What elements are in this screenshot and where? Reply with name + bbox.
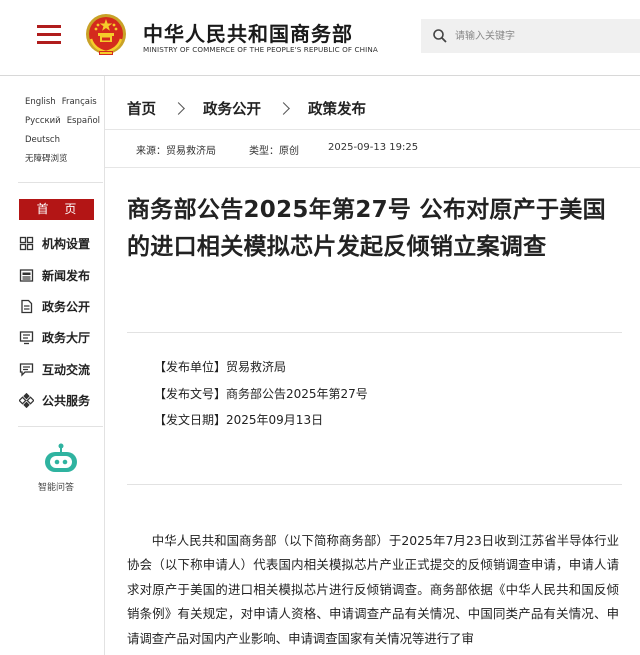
article-info: 【发布单位】贸易救济局 【发布文号】商务部公告2025年第27号 【发文日期】2…: [154, 358, 368, 438]
nav-list: 机构设置 新闻发布 政务公开 政务大厅 互动交流 公共服务: [19, 228, 104, 416]
chat-icon: [19, 363, 34, 377]
info-date: 【发文日期】2025年09月13日: [154, 413, 324, 427]
article-meta: 来源：贸易救济局 类型：原创 2025-09-13 19:25: [105, 129, 640, 168]
article-body: 中华人民共和国商务部（以下简称商务部）于2025年7月23日收到江苏省半导体行业…: [127, 533, 619, 646]
hall-icon: [19, 331, 34, 345]
info-document-number: 【发布文号】商务部公告2025年第27号: [154, 386, 368, 401]
breadcrumb-policy-release[interactable]: 政策发布: [308, 98, 366, 119]
lang-spanish[interactable]: Español: [67, 116, 100, 126]
nav-item-affairs-public[interactable]: 政务公开: [19, 291, 104, 322]
lang-german[interactable]: Deutsch: [25, 135, 60, 145]
sidebar: English Français Русский Español Deutsch 无…: [0, 76, 105, 655]
meta-datetime: 2025-09-13 19:25: [328, 142, 419, 153]
nav-item-hall[interactable]: 政务大厅: [19, 322, 104, 353]
nav-home-button[interactable]: 首 页: [19, 199, 94, 220]
site-title[interactable]: 中华人民共和国商务部: [143, 18, 353, 47]
nav-item-label: 公共服务: [42, 394, 91, 409]
divider: [18, 182, 103, 183]
nav-item-label: 互动交流: [42, 362, 91, 377]
document-icon: [21, 299, 33, 314]
nav-item-news[interactable]: 新闻发布: [19, 259, 104, 290]
search-box: [421, 19, 640, 53]
divider: [18, 426, 103, 427]
main-content: 首页 政务公开 政策发布 来源：贸易救济局 类型：原创 2025-09-13 1…: [105, 76, 640, 655]
accessibility-link[interactable]: 无障碍浏览: [25, 154, 68, 164]
divider: [127, 332, 622, 333]
national-emblem-icon[interactable]: [85, 13, 127, 57]
nav-item-organization[interactable]: 机构设置: [19, 228, 104, 259]
search-input[interactable]: [455, 19, 635, 53]
language-links: English Français Русский Español Deutsch 无…: [25, 95, 103, 171]
menu-icon[interactable]: [37, 25, 61, 45]
lang-russian[interactable]: Русский: [25, 116, 61, 126]
site-header: 中华人民共和国商务部 MINISTRY OF COMMERCE OF THE P…: [0, 0, 640, 76]
nav-item-label: 政务公开: [42, 299, 91, 314]
assistant-label[interactable]: 智能问答: [38, 480, 74, 493]
chevron-right-icon: [277, 102, 290, 115]
service-icon: [19, 393, 34, 409]
nav-item-interaction[interactable]: 互动交流: [19, 354, 104, 385]
news-icon: [19, 268, 34, 282]
lang-french[interactable]: Français: [62, 97, 97, 107]
divider: [127, 484, 622, 485]
article-title: 商务部公告2025年第27号 公布对原产于美国的进口相关模拟芯片发起反倾销立案调…: [127, 197, 606, 260]
meta-type: 类型：原创: [249, 146, 299, 157]
nav-item-label: 新闻发布: [42, 268, 91, 283]
nav-item-public-service[interactable]: 公共服务: [19, 385, 104, 416]
site-subtitle: MINISTRY OF COMMERCE OF THE PEOPLE'S REP…: [143, 45, 378, 54]
breadcrumb: 首页 政务公开 政策发布: [127, 98, 366, 119]
breadcrumb-home[interactable]: 首页: [127, 98, 156, 119]
meta-source: 来源：贸易救济局: [136, 146, 216, 157]
grid-icon: [19, 237, 34, 251]
breadcrumb-affairs-public[interactable]: 政务公开: [203, 98, 261, 119]
robot-assistant-icon[interactable]: [43, 442, 79, 476]
nav-item-label: 政务大厅: [42, 331, 91, 346]
search-icon[interactable]: [432, 28, 448, 44]
nav-item-label: 机构设置: [42, 237, 91, 252]
lang-english[interactable]: English: [25, 97, 56, 107]
info-publisher: 【发布单位】贸易救济局: [154, 360, 287, 374]
chevron-right-icon: [172, 102, 185, 115]
